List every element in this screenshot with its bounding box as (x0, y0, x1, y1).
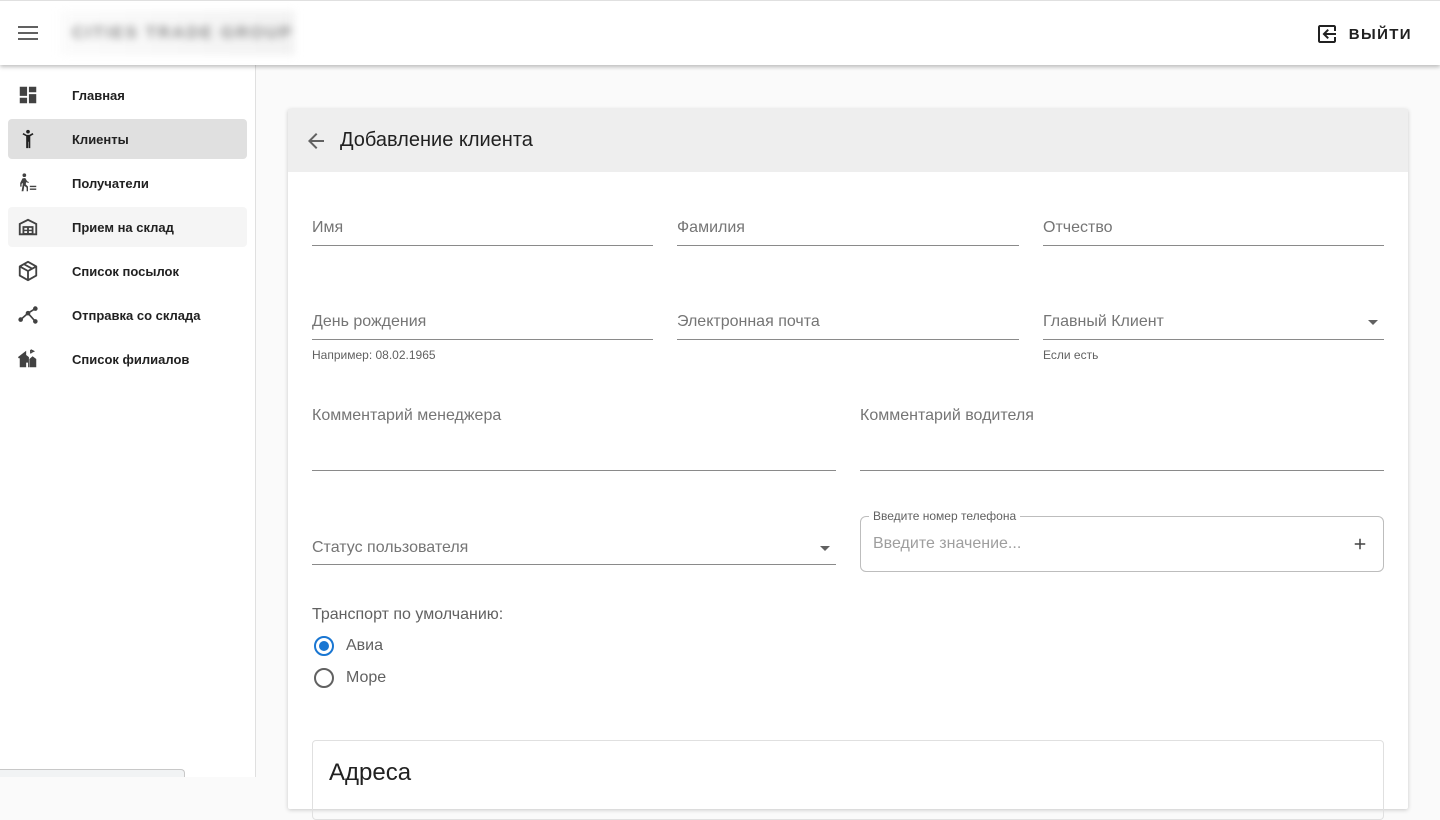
user-status-label: Статус пользователя (312, 539, 469, 556)
sidebar-item-branches[interactable]: Список филиалов (8, 339, 247, 379)
driver-comment-underline (860, 470, 1384, 471)
manager-comment-underline (312, 470, 836, 471)
main-client-label: Главный Клиент (1043, 313, 1164, 330)
phone-legend: Введите номер телефона (869, 509, 1021, 523)
main-client-hint: Если есть (1043, 348, 1099, 362)
birthday-field[interactable]: День рождения (312, 303, 653, 340)
sidebar-item-label: Прием на склад (72, 219, 174, 235)
transport-option-label: Авиа (346, 637, 384, 654)
sidebar-item-label: Клиенты (72, 131, 129, 147)
driver-comment-field[interactable]: Комментарий водителя (860, 399, 1384, 471)
sidebar-item-recipients[interactable]: Получатели (8, 163, 247, 203)
phone-placeholder: Введите значение... (873, 535, 1022, 552)
driver-comment-label: Комментарий водителя (860, 407, 1034, 424)
first-name-field[interactable]: Имя (312, 209, 653, 246)
person-icon (22, 129, 34, 149)
first-name-label: Имя (312, 219, 344, 236)
route-icon (18, 306, 38, 324)
logout-button[interactable]: ВЫЙТИ (1315, 19, 1412, 49)
manager-comment-field[interactable]: Комментарий менеджера (312, 399, 836, 471)
middle-name-label: Отчество (1043, 219, 1113, 236)
recipients-icon (20, 173, 37, 192)
user-status-select[interactable]: Статус пользователя (312, 528, 836, 565)
manager-comment-label: Комментарий менеджера (312, 407, 502, 424)
first-name-underline (312, 245, 653, 246)
sidebar-item-label: Главная (72, 87, 125, 103)
transport-option-sea[interactable]: Море (314, 668, 386, 688)
email-field[interactable]: Электронная почта (677, 303, 1019, 340)
sidebar-item-clients[interactable]: Клиенты (8, 119, 247, 159)
warehouse-icon (18, 218, 38, 236)
logout-label: ВЫЙТИ (1348, 25, 1412, 43)
package-icon (18, 260, 38, 282)
sidebar-item-dispatch[interactable]: Отправка со склада (8, 295, 247, 335)
add-phone-icon[interactable] (1351, 535, 1369, 553)
chevron-down-icon (1368, 320, 1378, 325)
transport-option-label: Море (346, 669, 387, 686)
addresses-title: Адреса (329, 759, 412, 786)
sidebar-item-warehouse-intake[interactable]: Прием на склад (8, 207, 247, 247)
transport-option-air[interactable]: Авиа (314, 636, 383, 656)
last-name-underline (677, 245, 1019, 246)
email-underline (677, 339, 1019, 340)
dashboard-icon (19, 86, 37, 104)
sidebar-item-packages[interactable]: Список посылок (8, 251, 247, 291)
sidebar-item-label: Получатели (72, 175, 149, 191)
sidebar-item-label: Список посылок (72, 263, 180, 279)
user-status-underline (312, 564, 836, 565)
birthday-label: День рождения (312, 313, 427, 330)
main-client-select[interactable]: Главный Клиент (1043, 303, 1384, 340)
last-name-field[interactable]: Фамилия (677, 209, 1019, 246)
radio-sea[interactable] (314, 668, 334, 688)
middle-name-underline (1043, 245, 1384, 246)
sidebar-item-label: Отправка со склада (72, 307, 201, 323)
sidebar: Главная Клиенты Получатели Прием на скла… (0, 65, 256, 777)
last-name-label: Фамилия (677, 219, 745, 236)
sidebar-item-dashboard[interactable]: Главная (8, 75, 247, 115)
chevron-down-icon (820, 546, 830, 551)
birthday-hint: Например: 08.02.1965 (312, 348, 436, 362)
browser-status-url (0, 769, 185, 777)
brand-logo: CITIES TRADE GROUP (60, 11, 295, 55)
phone-field[interactable]: Введите номер телефона Введите значение.… (860, 509, 1384, 572)
card-header: Добавление клиента (288, 109, 1408, 172)
menu-icon[interactable] (14, 19, 42, 47)
app-bar: CITIES TRADE GROUP ВЫЙТИ (0, 0, 1440, 65)
middle-name-field[interactable]: Отчество (1043, 209, 1384, 246)
transport-label: Транспорт по умолчанию: (312, 606, 504, 623)
logout-icon (1317, 25, 1336, 43)
sidebar-item-label: Список филиалов (72, 351, 190, 367)
back-arrow-icon[interactable] (304, 129, 328, 153)
addresses-section: Адреса (312, 740, 1384, 820)
birthday-underline (312, 339, 653, 340)
page-title: Добавление клиента (340, 129, 533, 151)
add-client-card: Добавление клиента Имя Фамилия Отчество … (288, 109, 1408, 820)
email-label: Электронная почта (677, 313, 820, 330)
main-client-underline (1043, 339, 1384, 340)
branches-icon (17, 349, 37, 368)
radio-air[interactable] (314, 636, 334, 656)
